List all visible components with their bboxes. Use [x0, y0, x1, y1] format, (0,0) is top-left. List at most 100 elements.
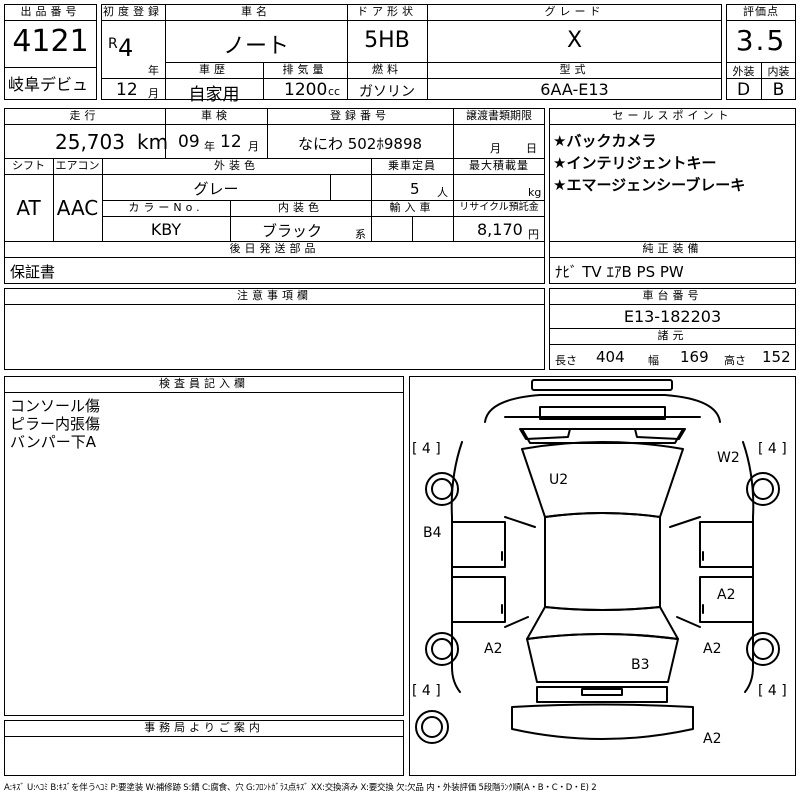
load-label: 最大積載量: [469, 159, 529, 172]
capacity: 5: [410, 180, 420, 198]
int-color: ブラック: [262, 222, 323, 240]
damage-a2-right-rear: A2: [703, 641, 722, 657]
equipment: ﾅﾋﾞ TV ｴｱB PS PW: [555, 263, 684, 281]
first-reg-year-unit: 年: [148, 64, 159, 77]
wheel-rear-right: [746, 632, 780, 666]
car-diagram-box: [ 4 ] [ 4 ] [ 4 ] [ 4 ] U2 W2 B4 A2 A2 A…: [409, 376, 796, 776]
history-label: 車歴: [199, 63, 229, 76]
windshield: [521, 441, 684, 518]
door-type: 5HB: [364, 28, 410, 53]
venue-name: 岐阜デビュ: [8, 75, 89, 94]
height: 152: [762, 348, 791, 366]
notes-label: 注意事項欄: [237, 289, 312, 302]
score-value: 3.5: [735, 24, 787, 57]
ext-color-label: 外装色: [214, 159, 259, 172]
tire-mark-front-left: [ 4 ]: [412, 441, 441, 457]
transfer-deadline-label: 譲渡書類期限: [466, 109, 532, 122]
plate-label: 登録番号: [330, 109, 390, 122]
fuel-label: 燃料: [372, 63, 402, 76]
plate-number: なにわ 502ﾎ9898: [297, 135, 423, 153]
sales-point-2: ★インテリジェントキー: [553, 154, 717, 172]
rear-lower-bumper: [511, 703, 694, 740]
damage-w2-right-front: W2: [717, 450, 740, 466]
first-reg-era: R: [108, 36, 118, 52]
load-unit: kg: [528, 186, 542, 199]
sales-point-3: ★エマージェンシーブレーキ: [553, 176, 746, 194]
aircon-label: エアコン: [55, 159, 100, 172]
car-diagram: [415, 379, 780, 744]
office-label: 事務局よりご案内: [144, 721, 264, 734]
door-rear-left: [451, 576, 506, 623]
first-reg-month-unit: 月: [148, 87, 159, 100]
wheel-rear-left: [425, 632, 459, 666]
recycle-fee: 8,170: [477, 220, 523, 239]
damage-a2-left-rear: A2: [484, 641, 503, 657]
chassis-number: E13-182203: [623, 307, 722, 326]
int-color-unit: 系: [355, 228, 366, 241]
int-color-label: 内装色: [278, 201, 323, 214]
tire-mark-rear-left: [ 4 ]: [412, 683, 441, 699]
recycle-label: リサイクル預託金: [459, 202, 539, 213]
inspector-label: 検査員記入欄: [159, 377, 249, 390]
inspection-year-unit: 年: [204, 140, 215, 153]
legend: A:ｷｽﾞ U:ﾍｺﾐ B:ｷｽﾞを伴うﾍｺﾐ P:要塗装 W:補修跡 S:錆 …: [4, 783, 597, 793]
displacement-unit: cc: [328, 85, 341, 98]
height-label: 高さ: [724, 354, 746, 367]
front-bumper: [531, 379, 673, 391]
capacity-label: 乗車定員: [388, 159, 436, 172]
sales-points-label: セールスポイント: [612, 109, 733, 122]
damage-b4-left: B4: [423, 525, 442, 541]
score-label: 評価点: [743, 5, 779, 18]
inspection-label: 車検: [201, 109, 231, 122]
later-parts-label: 後日発送部品: [229, 242, 320, 255]
width-label: 幅: [648, 354, 659, 367]
first-reg-year: 4: [118, 34, 134, 62]
first-reg-label: 初度登録: [103, 5, 163, 18]
capacity-unit: 人: [437, 186, 448, 199]
import-label: 輸入車: [389, 201, 435, 214]
damage-b3-trunk: B3: [631, 657, 650, 673]
trunk: [526, 633, 679, 683]
damage-a2-right-rear-door: A2: [717, 587, 736, 603]
lot-number: 4121: [12, 24, 89, 59]
later-parts: 保証書: [10, 263, 56, 281]
door-front-right: [699, 521, 754, 568]
inspection-year: 09: [178, 132, 200, 152]
displacement-label: 排気量: [282, 63, 328, 76]
shift-label: シフト: [12, 159, 45, 172]
chassis-label: 車台番号: [642, 289, 703, 302]
car-name-label: 車名: [241, 5, 271, 18]
transfer-day-unit: 日: [526, 142, 537, 155]
color-no-label: カラーNo.: [128, 201, 204, 214]
equipment-label: 純正装備: [642, 242, 703, 255]
mileage-label: 走行: [69, 109, 100, 122]
exterior-score: D: [736, 80, 751, 100]
recycle-unit: 円: [528, 228, 539, 241]
interior-label: 内装: [767, 65, 790, 78]
aircon: AAC: [56, 196, 99, 220]
sales-point-1: ★バックカメラ: [553, 132, 657, 150]
mileage: 25,703: [55, 130, 125, 154]
length-label: 長さ: [555, 354, 577, 367]
ext-color: グレー: [193, 180, 239, 198]
car-name: ノート: [222, 34, 289, 59]
width: 169: [680, 348, 709, 366]
exterior-label: 外装: [732, 65, 755, 78]
tire-mark-front-right: [ 4 ]: [758, 441, 787, 457]
history: 自家用: [188, 85, 240, 105]
dims-label: 諸元: [657, 329, 688, 342]
damage-u2-roof: U2: [549, 472, 569, 488]
interior-score: B: [772, 80, 785, 100]
spare-tire: [415, 710, 449, 744]
inspection-month: 12: [220, 132, 242, 152]
damage-a2-rear-bumper: A2: [703, 731, 722, 747]
inspection-month-unit: 月: [248, 140, 259, 153]
first-reg-month: 12: [116, 80, 138, 100]
inspector-line-3: バンパー下A: [10, 433, 97, 451]
lot-label: 出品番号: [20, 5, 81, 18]
transfer-month-unit: 月: [490, 142, 501, 155]
tire-mark-rear-right: [ 4 ]: [758, 683, 787, 699]
mileage-unit: km: [137, 130, 169, 154]
shift: AT: [16, 196, 41, 220]
grade-label: グレード: [544, 5, 605, 18]
